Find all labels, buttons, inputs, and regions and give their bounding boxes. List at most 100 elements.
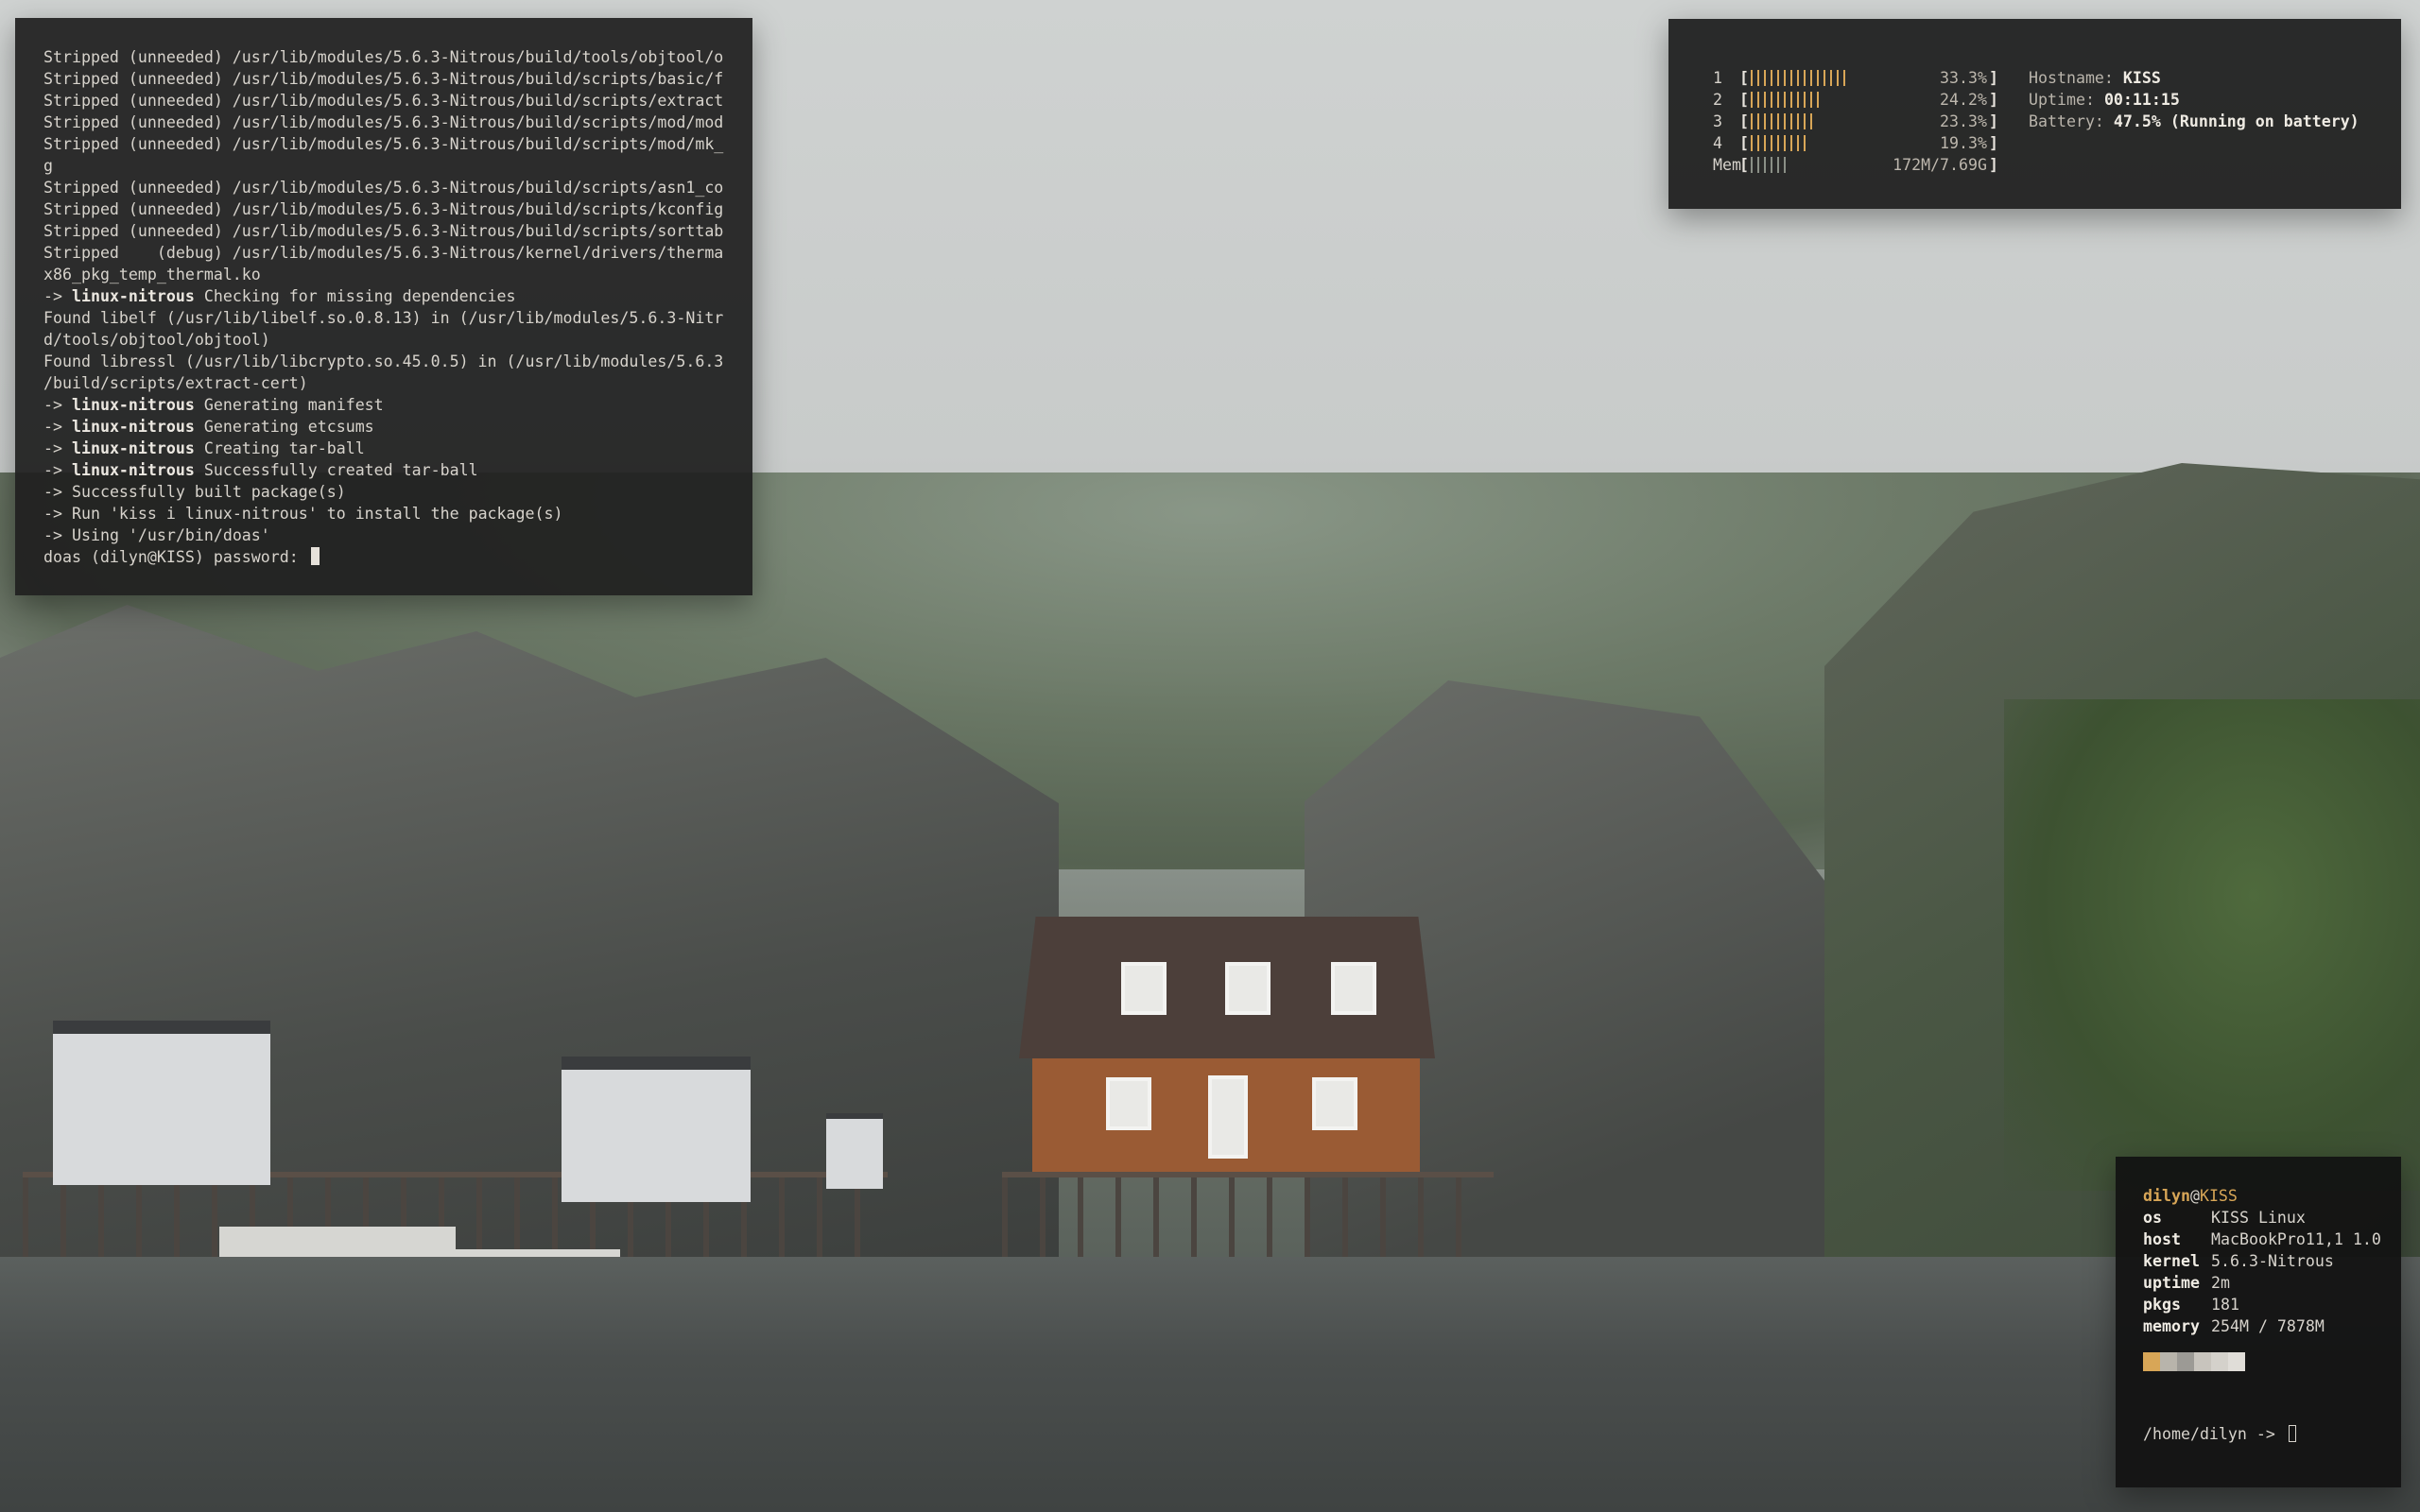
- fetch-row-memory: memory 254M / 7878M: [2143, 1315, 2401, 1337]
- meter-bracket-open: [: [1739, 91, 1749, 109]
- terminal-line: Stripped (unneeded) /usr/lib/modules/5.6…: [43, 198, 724, 220]
- meter-fill: [1751, 157, 1788, 173]
- text-cursor: [310, 547, 320, 565]
- meter-label: 3: [1713, 112, 1722, 130]
- line-text: Found libressl (/usr/lib/libcrypto.so.45…: [43, 352, 724, 370]
- line-text: Stripped (unneeded) /usr/lib/modules/5.6…: [43, 70, 724, 88]
- memory-meter: Mem[172M/7.69G]: [1713, 154, 1998, 176]
- meter-fill: [1751, 70, 1845, 86]
- terminal-line: Found libelf (/usr/lib/libelf.so.0.8.13)…: [43, 307, 724, 329]
- line-text: Checking for missing dependencies: [194, 287, 516, 305]
- fetch-key: kernel: [2143, 1252, 2200, 1270]
- build-terminal-window[interactable]: Stripped (unneeded) /usr/lib/modules/5.6…: [15, 18, 752, 595]
- terminal-line: x86_pkg_temp_thermal.ko: [43, 264, 724, 285]
- fetch-value: 254M / 7878M: [2211, 1317, 2325, 1335]
- terminal-output: Stripped (unneeded) /usr/lib/modules/5.6…: [43, 46, 724, 546]
- line-text: Generating etcsums: [194, 418, 374, 436]
- cpu-meter-4: 4 [19.3%]: [1713, 132, 1998, 154]
- sysinfo-value: KISS: [2122, 69, 2161, 87]
- line-text: Found libelf (/usr/lib/libelf.so.0.8.13)…: [43, 309, 724, 327]
- color-palette: [2143, 1352, 2401, 1371]
- line-text: Successfully created tar-ball: [194, 461, 478, 479]
- fetch-info-list: os KISS Linux host MacBookPro11,1 1.0 kernel…: [2143, 1207, 2401, 1337]
- arrow-glyph: ->: [43, 396, 72, 414]
- meter-bar: [1749, 89, 1938, 111]
- fetch-value: MacBookPro11,1 1.0: [2211, 1230, 2381, 1248]
- meter-value: 19.3%: [1940, 134, 1987, 152]
- terminal-line: Stripped (unneeded) /usr/lib/modules/5.6…: [43, 46, 724, 68]
- meter-bracket-close: ]: [1989, 134, 1998, 152]
- palette-swatch: [2177, 1352, 2194, 1371]
- terminal-line: -> linux-nitrous Checking for missing de…: [43, 285, 724, 307]
- terminal-line: Stripped (debug) /usr/lib/modules/5.6.3-…: [43, 242, 724, 264]
- terminal-line: -> linux-nitrous Generating manifest: [43, 394, 724, 416]
- fetch-key: host: [2143, 1230, 2181, 1248]
- text-cursor: [2288, 1425, 2296, 1442]
- meter-value: 33.3%: [1940, 69, 1987, 87]
- user-host-title: dilyn@KISS: [2143, 1185, 2401, 1207]
- terminal-line: Stripped (unneeded) /usr/lib/modules/5.6…: [43, 133, 724, 155]
- meter-bracket-open: [: [1739, 69, 1749, 87]
- line-text: Stripped (debug) /usr/lib/modules/5.6.3-…: [43, 244, 724, 262]
- meter-bar: [1749, 132, 1938, 154]
- line-text: Stripped (unneeded) /usr/lib/modules/5.6…: [43, 200, 724, 218]
- arrow-glyph: ->: [43, 439, 72, 457]
- meter-label: Mem: [1713, 156, 1741, 174]
- line-text: d/tools/objtool/objtool): [43, 331, 270, 349]
- package-name: linux-nitrous: [71, 418, 195, 436]
- meter-label: 1: [1713, 69, 1722, 87]
- htop-panel[interactable]: 1[33.3%] 2[24.2%] 3[23.3%] 4[19.3%] Mem[172M…: [1668, 19, 2401, 209]
- wooden-house: [1019, 917, 1435, 1172]
- terminal-line: Stripped (unneeded) /usr/lib/modules/5.6…: [43, 220, 724, 242]
- prompt-text: doas (dilyn@KISS) password:: [43, 548, 308, 566]
- palette-swatch: [2194, 1352, 2211, 1371]
- meter-fill: [1751, 113, 1817, 129]
- fetch-value: 5.6.3-Nitrous: [2211, 1252, 2334, 1270]
- meter-value: 23.3%: [1940, 112, 1987, 130]
- shell-prompt[interactable]: /home/dilyn ->: [2143, 1423, 2296, 1445]
- sysinfo-row: Battery: 47.5% (Running on battery): [2029, 111, 2360, 132]
- terminal-line: d/tools/objtool/objtool): [43, 329, 724, 351]
- fetch-key: uptime: [2143, 1274, 2200, 1292]
- line-text: Stripped (unneeded) /usr/lib/modules/5.6…: [43, 135, 724, 153]
- terminal-line: Found libressl (/usr/lib/libcrypto.so.45…: [43, 351, 724, 372]
- terminal-line: -> Using '/usr/bin/doas': [43, 524, 724, 546]
- meter-bracket-open: [: [1739, 134, 1749, 152]
- fetch-value: KISS Linux: [2211, 1209, 2306, 1227]
- fetch-row-pkgs: pkgs 181: [2143, 1294, 2401, 1315]
- arrow-glyph: ->: [43, 287, 72, 305]
- palette-swatch: [2143, 1352, 2160, 1371]
- line-text: Generating manifest: [194, 396, 384, 414]
- terminal-line: -> Run 'kiss i linux-nitrous' to install…: [43, 503, 724, 524]
- small-shed: [826, 1113, 883, 1189]
- line-text: Stripped (unneeded) /usr/lib/modules/5.6…: [43, 113, 724, 131]
- dormer-window: [1331, 962, 1376, 1015]
- fetch-row-kernel: kernel 5.6.3-Nitrous: [2143, 1250, 2401, 1272]
- line-text: Creating tar-ball: [194, 439, 365, 457]
- terminal-line: Stripped (unneeded) /usr/lib/modules/5.6…: [43, 90, 724, 112]
- meter-bar: [1749, 111, 1938, 132]
- package-name: linux-nitrous: [71, 396, 195, 414]
- terminal-line: -> linux-nitrous Creating tar-ball: [43, 438, 724, 459]
- cpu-meter-1: 1 [33.3%]: [1713, 67, 1998, 89]
- fetch-terminal-window[interactable]: dilyn@KISS os KISS Linux host MacBookPro11,…: [2116, 1157, 2401, 1487]
- arrow-glyph: ->: [43, 505, 72, 523]
- cpu-meter-2: 2 [24.2%]: [1713, 89, 1998, 111]
- white-shed: [562, 1057, 751, 1202]
- sysinfo-value: 47.5% (Running on battery): [2113, 112, 2360, 130]
- fetch-key: memory: [2143, 1317, 2200, 1335]
- at-sign: @: [2189, 1187, 2200, 1205]
- arrow-glyph: ->: [43, 461, 72, 479]
- sysinfo-row: Uptime: 00:11:15: [2029, 89, 2180, 111]
- meter-bracket-close: ]: [1989, 91, 1998, 109]
- terminal-line: -> linux-nitrous Successfully created ta…: [43, 459, 724, 481]
- password-prompt[interactable]: doas (dilyn@KISS) password:: [43, 546, 724, 568]
- water: [0, 1257, 2420, 1512]
- line-text: Run 'kiss i linux-nitrous' to install th…: [71, 505, 563, 523]
- meter-bar: [1749, 67, 1938, 89]
- line-text: g: [43, 157, 53, 175]
- meter-bracket-close: ]: [1989, 69, 1998, 87]
- meter-value: 24.2%: [1940, 91, 1987, 109]
- sysinfo-key: Battery:: [2029, 112, 2114, 130]
- meter-value: 172M/7.69G: [1893, 156, 1987, 174]
